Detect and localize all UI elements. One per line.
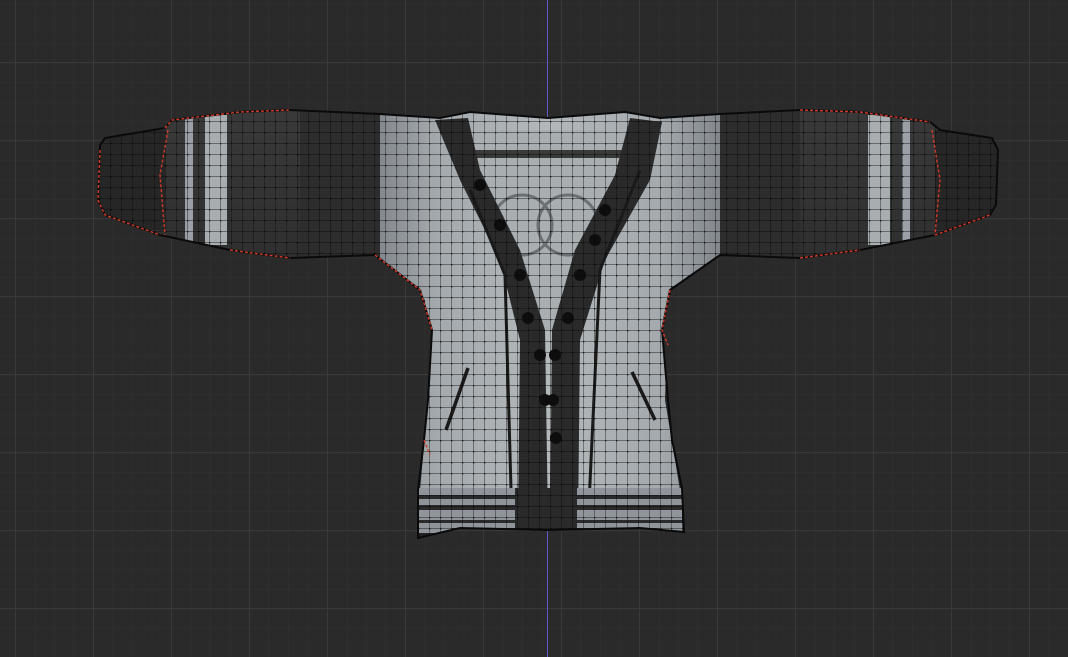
cardigan-mesh[interactable] (0, 0, 1068, 657)
3d-viewport[interactable] (0, 0, 1068, 657)
garment-body (98, 110, 998, 538)
